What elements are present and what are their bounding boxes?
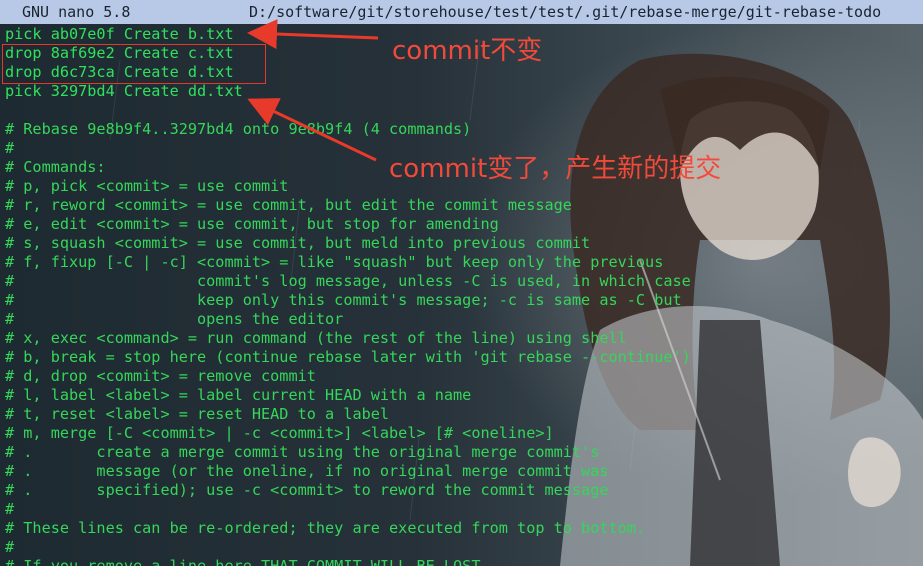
drop-lines-highlight-box xyxy=(2,44,266,84)
title-bar: GNU nano 5.8 D:/software/git/storehouse/… xyxy=(0,0,923,24)
editor-line[interactable]: # r, reword <commit> = use commit, but e… xyxy=(5,196,923,215)
annotation-commit-unchanged: commit不变 xyxy=(392,36,543,66)
editor-line[interactable]: # l, label <label> = label current HEAD … xyxy=(5,386,923,405)
editor-line[interactable]: # Rebase 9e8b9f4..3297bd4 onto 9e8b9f4 (… xyxy=(5,120,923,139)
editor-line[interactable]: # xyxy=(5,538,923,557)
editor-text-area[interactable]: pick ab07e0f Create b.txt drop 8af69e2 C… xyxy=(5,25,923,566)
editor-line[interactable]: # m, merge [-C <commit> | -c <commit>] <… xyxy=(5,424,923,443)
app-name: GNU nano 5.8 xyxy=(22,3,131,21)
editor-line[interactable]: # If you remove a line here THAT COMMIT … xyxy=(5,557,923,566)
editor-line[interactable]: # b, break = stop here (continue rebase … xyxy=(5,348,923,367)
editor-line[interactable]: # These lines can be re-ordered; they ar… xyxy=(5,519,923,538)
editor-line[interactable]: # commit's log message, unless -C is use… xyxy=(5,272,923,291)
editor-line[interactable]: # . specified); use -c <commit> to rewor… xyxy=(5,481,923,500)
editor-line[interactable]: # opens the editor xyxy=(5,310,923,329)
editor-line[interactable]: # t, reset <label> = reset HEAD to a lab… xyxy=(5,405,923,424)
editor-line[interactable]: # . message (or the oneline, if no origi… xyxy=(5,462,923,481)
editor-line[interactable]: # xyxy=(5,500,923,519)
editor-line[interactable]: pick 3297bd4 Create dd.txt xyxy=(5,82,923,101)
editor-line[interactable]: # e, edit <commit> = use commit, but sto… xyxy=(5,215,923,234)
annotation-commit-changed: commit变了，产生新的提交 xyxy=(389,154,722,184)
editor-line[interactable]: # . create a merge commit using the orig… xyxy=(5,443,923,462)
file-path: D:/software/git/storehouse/test/test/.gi… xyxy=(249,3,882,21)
editor-line[interactable]: # s, squash <commit> = use commit, but m… xyxy=(5,234,923,253)
editor-line[interactable]: # x, exec <command> = run command (the r… xyxy=(5,329,923,348)
editor-line[interactable] xyxy=(5,101,923,120)
editor-line[interactable]: # d, drop <commit> = remove commit xyxy=(5,367,923,386)
editor-line[interactable]: # f, fixup [-C | -c] <commit> = like "sq… xyxy=(5,253,923,272)
editor-line[interactable]: # keep only this commit's message; -c is… xyxy=(5,291,923,310)
